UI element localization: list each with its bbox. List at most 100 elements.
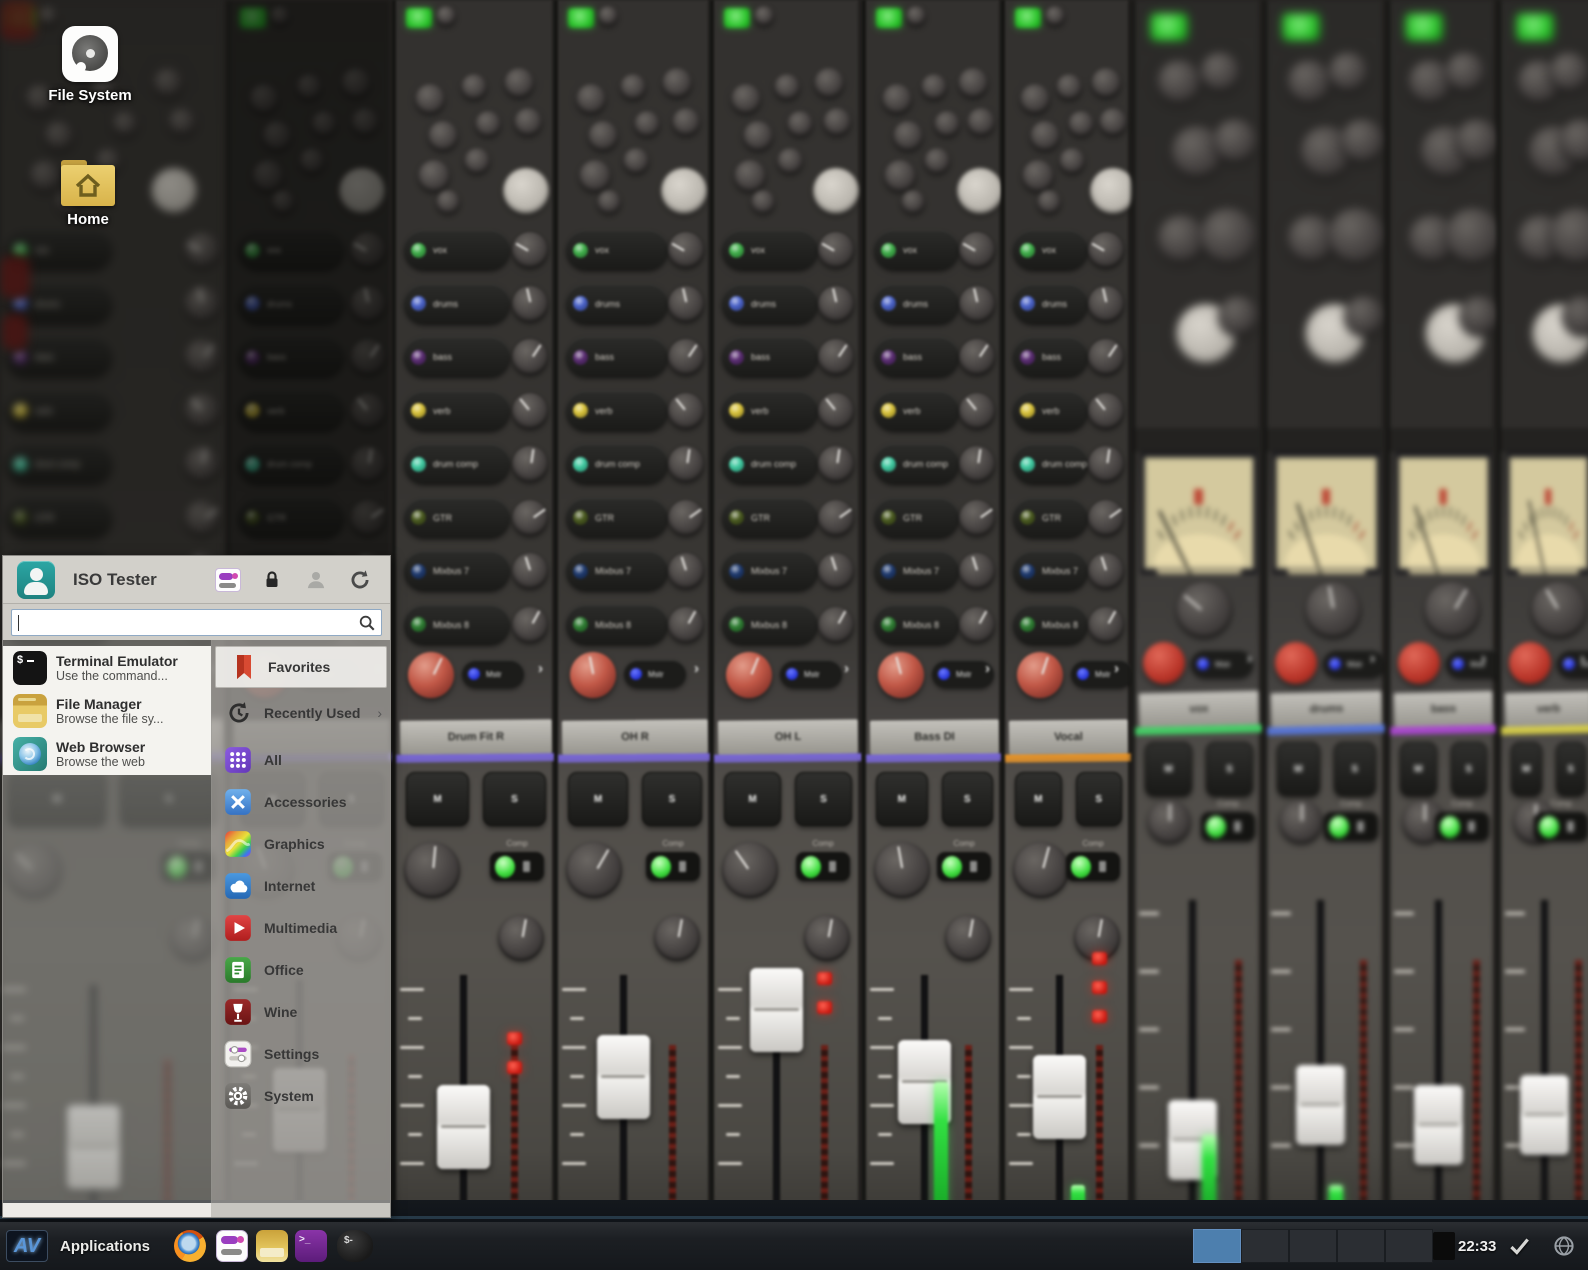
knob-pointer	[831, 556, 837, 570]
send-color-led	[881, 350, 896, 365]
master-label: Mstr	[1095, 670, 1111, 679]
master-blue-led	[1077, 668, 1089, 680]
menu-app-item-file-manager[interactable]: File ManagerBrowse the file sy...	[3, 689, 211, 732]
applications-menu-button[interactable]: AV Applications	[6, 1222, 150, 1270]
knob-pointer	[838, 344, 848, 357]
knob-pointer	[977, 449, 981, 464]
send-color-led	[881, 457, 896, 472]
firefox-launcher-icon[interactable]	[174, 1230, 206, 1262]
send-label: bass	[903, 352, 922, 362]
menu-category-all[interactable]: All	[212, 739, 390, 781]
menu-category-accessories[interactable]: Accessories	[212, 781, 390, 823]
peak-meter-strip	[1360, 960, 1367, 1210]
send-label: Mixbus 7	[903, 566, 939, 576]
send-button: bass	[566, 337, 668, 377]
all-settings-button[interactable]	[214, 566, 242, 594]
menu-app-item-web-browser[interactable]: Web BrowserBrowse the web	[3, 732, 211, 775]
channel-color-stripe	[1267, 725, 1386, 736]
clock[interactable]: 22:33	[1458, 1222, 1496, 1270]
knob-pointer	[522, 919, 527, 937]
send-button: GTR	[722, 498, 818, 538]
send-color-led	[573, 564, 588, 579]
mixer-knob	[634, 111, 660, 137]
comp-green-led	[651, 856, 671, 878]
console-red-button	[0, 256, 30, 298]
send-button: GTR	[874, 498, 959, 538]
menu-category-system[interactable]: System	[212, 1075, 390, 1117]
mixer-knob	[818, 393, 854, 429]
master-assign-button: Mstr	[780, 660, 842, 688]
settings-launcher-icon[interactable]	[216, 1230, 248, 1262]
panel-band	[1267, 428, 1386, 452]
knob-pointer	[1098, 919, 1103, 937]
menu-category-internet[interactable]: Internet	[212, 865, 390, 907]
workspace-5[interactable]	[1385, 1229, 1433, 1263]
mixer-knob	[818, 607, 854, 643]
red-peak-led	[817, 1001, 832, 1014]
fader-tick	[1271, 970, 1291, 973]
accessories-icon	[224, 788, 252, 816]
lock-screen-button[interactable]	[258, 566, 286, 594]
network-globe-icon[interactable]	[1552, 1234, 1576, 1263]
fader-tick	[562, 1046, 586, 1049]
mixer-knob	[503, 168, 549, 214]
send-button: verb	[1013, 391, 1088, 431]
channel-name-bar: vox	[1139, 691, 1260, 728]
mixer-knob	[668, 339, 704, 375]
workspace-3[interactable]	[1289, 1229, 1337, 1263]
menu-header: ISO Tester	[3, 556, 390, 604]
solo-button: S	[1206, 742, 1253, 796]
menu-category-favorites[interactable]: Favorites	[215, 646, 387, 688]
fader-tick	[408, 1133, 422, 1136]
category-label: Favorites	[268, 659, 330, 675]
workspace-2[interactable]	[1241, 1229, 1289, 1263]
fader-tick	[726, 1017, 740, 1020]
search-input[interactable]	[12, 610, 381, 635]
comp-led-button	[490, 852, 544, 881]
send-button: drum comp	[874, 444, 959, 484]
knob-pointer	[589, 656, 594, 674]
menu-category-office[interactable]: Office	[212, 949, 390, 991]
notification-check-icon[interactable]	[1506, 1233, 1532, 1264]
menu-category-recently-used[interactable]: Recently Used›	[212, 692, 390, 734]
send-label: Mixbus 8	[903, 620, 939, 630]
mixer-knob	[1020, 84, 1050, 114]
knob-pointer	[433, 657, 443, 674]
mixer-knob	[1059, 148, 1085, 174]
mixer-channel-strip: voxdrumsbassverbdrum compGTRMixbus 7Mixb…	[1001, 0, 1128, 1222]
send-button: vox	[1013, 230, 1088, 270]
fader-tick	[562, 1104, 586, 1107]
tray-dark-icon[interactable]	[1433, 1232, 1455, 1260]
menu-category-settings[interactable]: Settings	[212, 1033, 390, 1075]
send-color-led	[573, 243, 588, 258]
mixer-knob	[1344, 296, 1384, 336]
menu-category-multimedia[interactable]: Multimedia	[212, 907, 390, 949]
fader-tick	[1017, 1075, 1031, 1078]
channel-color-stripe	[396, 753, 556, 763]
desktop-icon-home[interactable]: Home	[26, 160, 150, 228]
xterm-launcher-icon[interactable]: $-	[337, 1230, 373, 1262]
menu-app-item-terminal-emulator[interactable]: $Terminal EmulatorUse the command...	[3, 646, 211, 689]
mixer-knob	[945, 915, 991, 961]
file-manager-launcher-icon[interactable]	[256, 1230, 288, 1262]
workspace-1[interactable]	[1193, 1229, 1241, 1263]
send-button: Mixbus 8	[404, 605, 510, 645]
level-meter-green	[934, 1082, 948, 1212]
knob-pointer	[832, 289, 837, 303]
menu-category-wine[interactable]: Wine	[212, 991, 390, 1033]
fader-tick	[718, 1104, 742, 1107]
desktop-icon-file-system[interactable]: File System	[28, 26, 152, 104]
refresh-icon	[348, 568, 372, 592]
workspace-4[interactable]	[1337, 1229, 1385, 1263]
switch-user-button[interactable]	[302, 566, 330, 594]
channel-color-stripe	[1390, 725, 1497, 736]
menu-category-graphics[interactable]: Graphics	[212, 823, 390, 865]
terminal-launcher-icon[interactable]: >_	[295, 1230, 327, 1262]
send-label: Mixbus 8	[1042, 620, 1078, 630]
desktop-icon-label: File System	[28, 87, 152, 104]
search-bar	[11, 609, 382, 636]
expand-arrow: ›	[985, 660, 990, 677]
applications-label: Applications	[60, 1238, 150, 1255]
expand-arrow: ›	[1114, 660, 1119, 677]
restart-button[interactable]	[346, 566, 374, 594]
